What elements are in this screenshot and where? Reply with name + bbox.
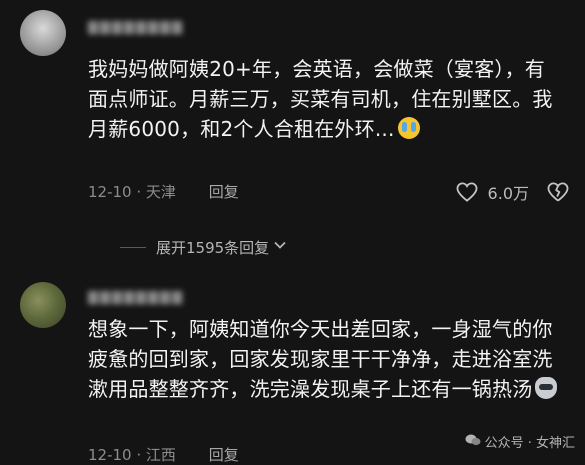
wechat-icon	[465, 433, 481, 451]
wolf-emoji-icon	[535, 377, 558, 399]
avatar[interactable]	[20, 10, 66, 56]
like-count: 6.0万	[487, 184, 529, 203]
broken-heart-icon[interactable]	[547, 182, 569, 202]
comment-date-location: 12-10 · 天津	[88, 183, 176, 201]
divider	[120, 246, 146, 248]
reply-button[interactable]: 回复	[209, 183, 239, 201]
comment-body: 想象一下，阿姨知道你今天出差回家，一身湿气的你疲惫的回到家，回家发现家里干干净净…	[88, 317, 553, 401]
like-area: 6.0万	[456, 181, 569, 203]
reply-button[interactable]: 回复	[209, 446, 239, 464]
username-blurred[interactable]: ▇▇▇▇▇▇▇▇	[88, 20, 208, 36]
avatar[interactable]	[20, 282, 66, 328]
comment-text: 我妈妈做阿姨20+年，会英语，会做菜（宴客），有面点师证。月薪三万，买菜有司机，…	[88, 54, 558, 144]
comment-meta: 12-10 · 天津 回复	[88, 181, 239, 202]
watermark-text: 公众号 · 女神汇	[484, 436, 575, 451]
comment-date-location: 12-10 · 江西	[88, 446, 176, 464]
expand-replies-label: 展开1595条回复	[156, 238, 270, 257]
expand-replies-button[interactable]: 展开1595条回复	[120, 236, 287, 258]
chevron-down-icon	[273, 238, 287, 256]
username-blurred[interactable]: ▇▇▇▇▇▇▇▇	[88, 290, 208, 306]
heart-outline-icon[interactable]	[456, 182, 478, 202]
comment-meta: 12-10 · 江西 回复	[88, 444, 239, 465]
comment-body: 我妈妈做阿姨20+年，会英语，会做菜（宴客），有面点师证。月薪三万，买菜有司机，…	[88, 57, 553, 141]
comment-text: 想象一下，阿姨知道你今天出差回家，一身湿气的你疲惫的回到家，回家发现家里干干净净…	[88, 314, 558, 404]
crying-face-emoji-icon	[397, 117, 420, 139]
watermark: 公众号 · 女神汇	[465, 432, 575, 451]
